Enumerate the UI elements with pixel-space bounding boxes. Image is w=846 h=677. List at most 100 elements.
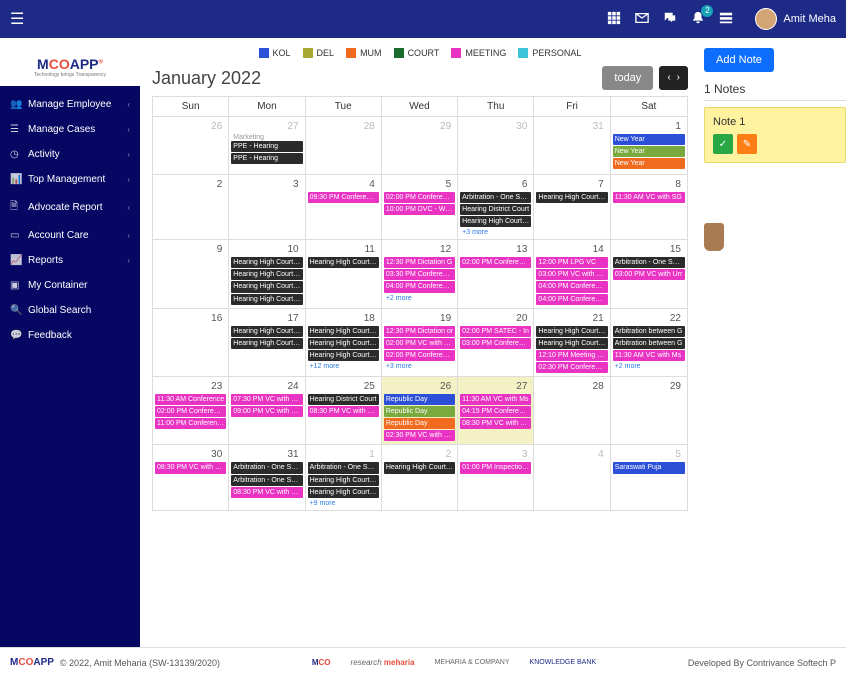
calendar-cell[interactable]: 17Hearing High Court/TrHearing High Cour… (229, 309, 305, 376)
calendar-event[interactable]: Saraswati Puja (613, 462, 685, 473)
calendar-event[interactable]: 08:30 PM VC with Mr. (231, 487, 302, 498)
calendar-event[interactable]: 08:30 PM VC with Mr. (155, 462, 226, 473)
calendar-cell[interactable]: 27MarketingPPE - HearingPPE - Hearing (229, 117, 305, 174)
calendar-cell[interactable]: 9 (153, 240, 229, 307)
prev-icon[interactable]: ‹ (667, 72, 670, 84)
calendar-event[interactable]: 09:00 PM VC with Mr. (231, 406, 302, 417)
calendar-event[interactable]: 03:00 PM VC with Urr (613, 269, 685, 280)
calendar-event[interactable]: 04:00 PM Conference (536, 294, 607, 305)
more-events-link[interactable]: +9 more (308, 499, 379, 508)
calendar-event[interactable]: 11:30 AM VC with Ms (613, 350, 685, 361)
calendar-event[interactable]: Hearing High Court/Tr (231, 326, 302, 337)
today-button[interactable]: today (602, 66, 653, 90)
nav-arrows[interactable]: ‹› (659, 66, 688, 90)
more-events-link[interactable]: +2 more (384, 294, 455, 303)
calendar-cell[interactable]: 4 (534, 445, 610, 509)
calendar-event[interactable]: 02:00 PM VC with Vin (384, 338, 455, 349)
calendar-event[interactable]: Republic Day (384, 418, 455, 429)
calendar-event[interactable]: 01:00 PM Inspection a (460, 462, 531, 473)
calendar-cell[interactable]: 811:30 AM VC with SG (611, 175, 687, 239)
calendar-cell[interactable]: 2311:30 AM Conference02:00 PM Conference… (153, 377, 229, 444)
calendar-cell[interactable]: 2Hearing High Court/Tr (382, 445, 458, 509)
calendar-cell[interactable]: 25Hearing District Court08:30 PM VC with… (306, 377, 382, 444)
calendar-cell[interactable]: 1New YearNew YearNew Year (611, 117, 687, 174)
add-note-button[interactable]: Add Note (704, 48, 774, 72)
calendar-event[interactable]: 09:30 PM Conference (308, 192, 379, 203)
calendar-cell[interactable]: 31 (534, 117, 610, 174)
calendar-event[interactable]: 03:00 PM VC with Urr (536, 269, 607, 280)
calendar-event[interactable]: Arbitration - One Sess (231, 462, 302, 473)
mail-icon[interactable] (635, 11, 649, 28)
calendar-event[interactable]: Hearing High Court/Tr (308, 475, 379, 486)
sidebar-item-advocate-report[interactable]: 🗎Advocate Report‹ (0, 192, 140, 223)
calendar-cell[interactable]: 1302:00 PM Conference (458, 240, 534, 307)
calendar-event[interactable]: Hearing High Court/Tr (308, 326, 379, 337)
calendar-event[interactable]: Hearing District Court (460, 204, 531, 215)
calendar-cell[interactable]: 6Arbitration - One SessHearing District … (458, 175, 534, 239)
calendar-cell[interactable]: 29 (382, 117, 458, 174)
calendar-event[interactable]: 04:15 PM Conference (460, 406, 531, 417)
more-events-link[interactable]: +2 more (613, 362, 685, 371)
more-events-link[interactable]: +12 more (308, 362, 379, 371)
calendar-cell[interactable]: 22Arbitration between GArbitration betwe… (611, 309, 687, 376)
calendar-event[interactable]: Hearing High Court/Tr (536, 326, 607, 337)
next-icon[interactable]: › (677, 72, 680, 84)
calendar-cell[interactable]: 26Republic DayRepublic DayRepublic Day02… (382, 377, 458, 444)
calendar-event[interactable]: 12:10 PM Meeting Sh (536, 350, 607, 361)
sidebar-item-my-container[interactable]: ▣My Container (0, 273, 140, 298)
sidebar-item-manage-employee[interactable]: 👥Manage Employee‹ (0, 92, 140, 117)
calendar-event[interactable]: PPE - Hearing (231, 153, 302, 164)
calendar-event[interactable]: Hearing High Court/Tr (231, 257, 302, 268)
calendar-event[interactable]: Hearing High Court/Tr (308, 338, 379, 349)
calendar-event[interactable]: 02:30 PM VC with Mr. (384, 430, 455, 441)
calendar-event[interactable]: Hearing District Court (308, 394, 379, 405)
calendar-event[interactable]: Hearing High Court/Tr (308, 487, 379, 498)
calendar-event[interactable]: 02:00 PM Conference (384, 192, 455, 203)
calendar-cell[interactable]: 1412:00 PM LPG VC03:00 PM VC with Urr04:… (534, 240, 610, 307)
calendar-event[interactable]: 12:30 PM Dictation or (384, 326, 455, 337)
tasks-icon[interactable] (719, 11, 733, 28)
calendar-cell[interactable]: 409:30 PM Conference (306, 175, 382, 239)
sidebar-item-feedback[interactable]: 💬Feedback (0, 323, 140, 348)
calendar-event[interactable]: Republic Day (384, 406, 455, 417)
calendar-event[interactable]: Arbitration - One Sess (308, 462, 379, 473)
calendar-event[interactable]: 02:00 PM SATEC - In (460, 326, 531, 337)
sidebar-item-top-management[interactable]: 📊Top Management‹ (0, 167, 140, 192)
calendar-event[interactable]: 02:00 PM Conference (460, 257, 531, 268)
calendar-event[interactable]: Republic Day (384, 394, 455, 405)
calendar-cell[interactable]: 10Hearing High Court/TrHearing High Cour… (229, 240, 305, 307)
calendar-cell[interactable]: 28 (534, 377, 610, 444)
calendar-event[interactable]: 02:00 PM Conference (384, 350, 455, 361)
calendar-cell[interactable]: 1212:30 PM Dictation G03:30 PM Conferenc… (382, 240, 458, 307)
calendar-event[interactable]: 03:00 PM Conference (460, 338, 531, 349)
calendar-event[interactable]: 12:30 PM Dictation G (384, 257, 455, 268)
calendar-cell[interactable]: 26 (153, 117, 229, 174)
calendar-cell[interactable]: 30 (458, 117, 534, 174)
calendar-event[interactable]: 11:30 AM Conference (155, 394, 226, 405)
calendar-event[interactable]: Hearing High Court/Tr (536, 338, 607, 349)
note-edit-button[interactable]: ✎ (737, 134, 757, 154)
bell-icon[interactable]: 2 (691, 11, 705, 28)
calendar-event[interactable]: 12:00 PM LPG VC (536, 257, 607, 268)
calendar-cell[interactable]: 2002:00 PM SATEC - In03:00 PM Conference (458, 309, 534, 376)
calendar-cell[interactable]: 3 (229, 175, 305, 239)
calendar-cell[interactable]: 301:00 PM Inspection a (458, 445, 534, 509)
calendar-event[interactable]: 11:00 PM Conference (155, 418, 226, 429)
calendar-cell[interactable]: 7Hearing High Court/Tr (534, 175, 610, 239)
calendar-cell[interactable]: 21Hearing High Court/TrHearing High Cour… (534, 309, 610, 376)
more-events-link[interactable]: +3 more (384, 362, 455, 371)
more-events-link[interactable]: +3 more (460, 228, 531, 237)
calendar-cell[interactable]: 1912:30 PM Dictation or02:00 PM VC with … (382, 309, 458, 376)
calendar-event[interactable]: 08:30 PM VC with Mr. (460, 418, 531, 429)
grid-icon[interactable] (607, 11, 621, 28)
calendar-event[interactable]: New Year (613, 158, 685, 169)
calendar-event[interactable]: New Year (613, 146, 685, 157)
calendar-event[interactable]: Hearing High Court/Tr (231, 338, 302, 349)
calendar-cell[interactable]: 2407:30 PM VC with Mr.09:00 PM VC with M… (229, 377, 305, 444)
calendar-event[interactable]: Arbitration - One Sess (613, 257, 685, 268)
note-done-button[interactable]: ✓ (713, 134, 733, 154)
calendar-event[interactable]: Hearing High Court/Tr (536, 192, 607, 203)
calendar-event[interactable]: 04:00 PM Conference (384, 281, 455, 292)
calendar-cell[interactable]: 29 (611, 377, 687, 444)
calendar-cell[interactable]: 1Arbitration - One SessHearing High Cour… (306, 445, 382, 509)
